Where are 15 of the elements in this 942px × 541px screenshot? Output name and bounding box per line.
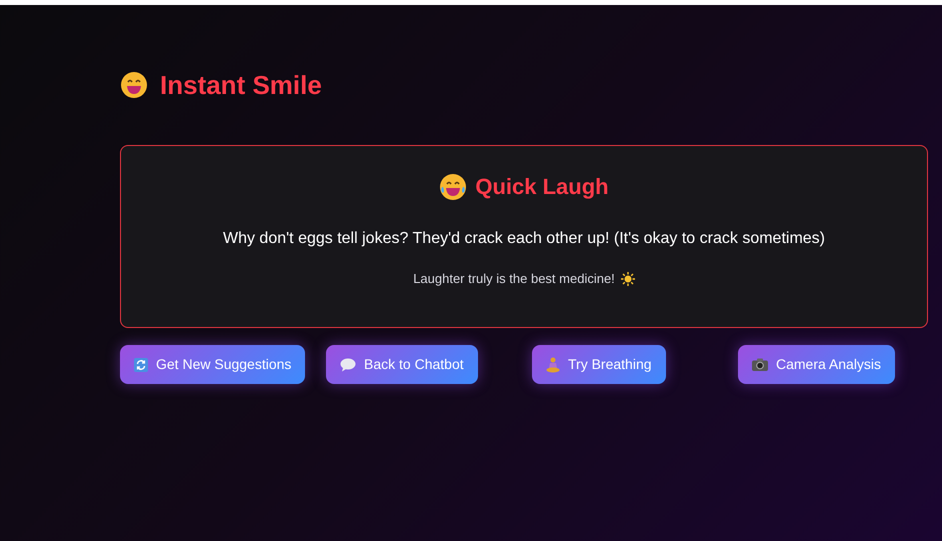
speech-bubble-icon <box>340 358 356 372</box>
action-button[interactable]: Back to Chatbot <box>326 345 478 384</box>
action-button[interactable]: Get New Suggestions <box>120 345 306 384</box>
card-title: Quick Laugh <box>475 173 609 201</box>
meditating-person-icon <box>546 356 560 372</box>
action-button[interactable]: Try Breathing <box>532 345 666 384</box>
note-text: Laughter truly is the best medicine! <box>413 270 615 288</box>
refresh-icon <box>134 358 148 372</box>
grinning-face-icon <box>120 71 148 99</box>
action-button[interactable]: Camera Analysis <box>738 345 896 384</box>
camera-icon <box>752 358 768 371</box>
sun-icon <box>620 272 635 286</box>
joke-text: Why don't eggs tell jokes? They'd crack each other up! (It's okay to crack sometimes) <box>222 229 825 249</box>
page-title: Instant Smile <box>160 68 322 102</box>
laughing-face-icon <box>439 172 468 200</box>
